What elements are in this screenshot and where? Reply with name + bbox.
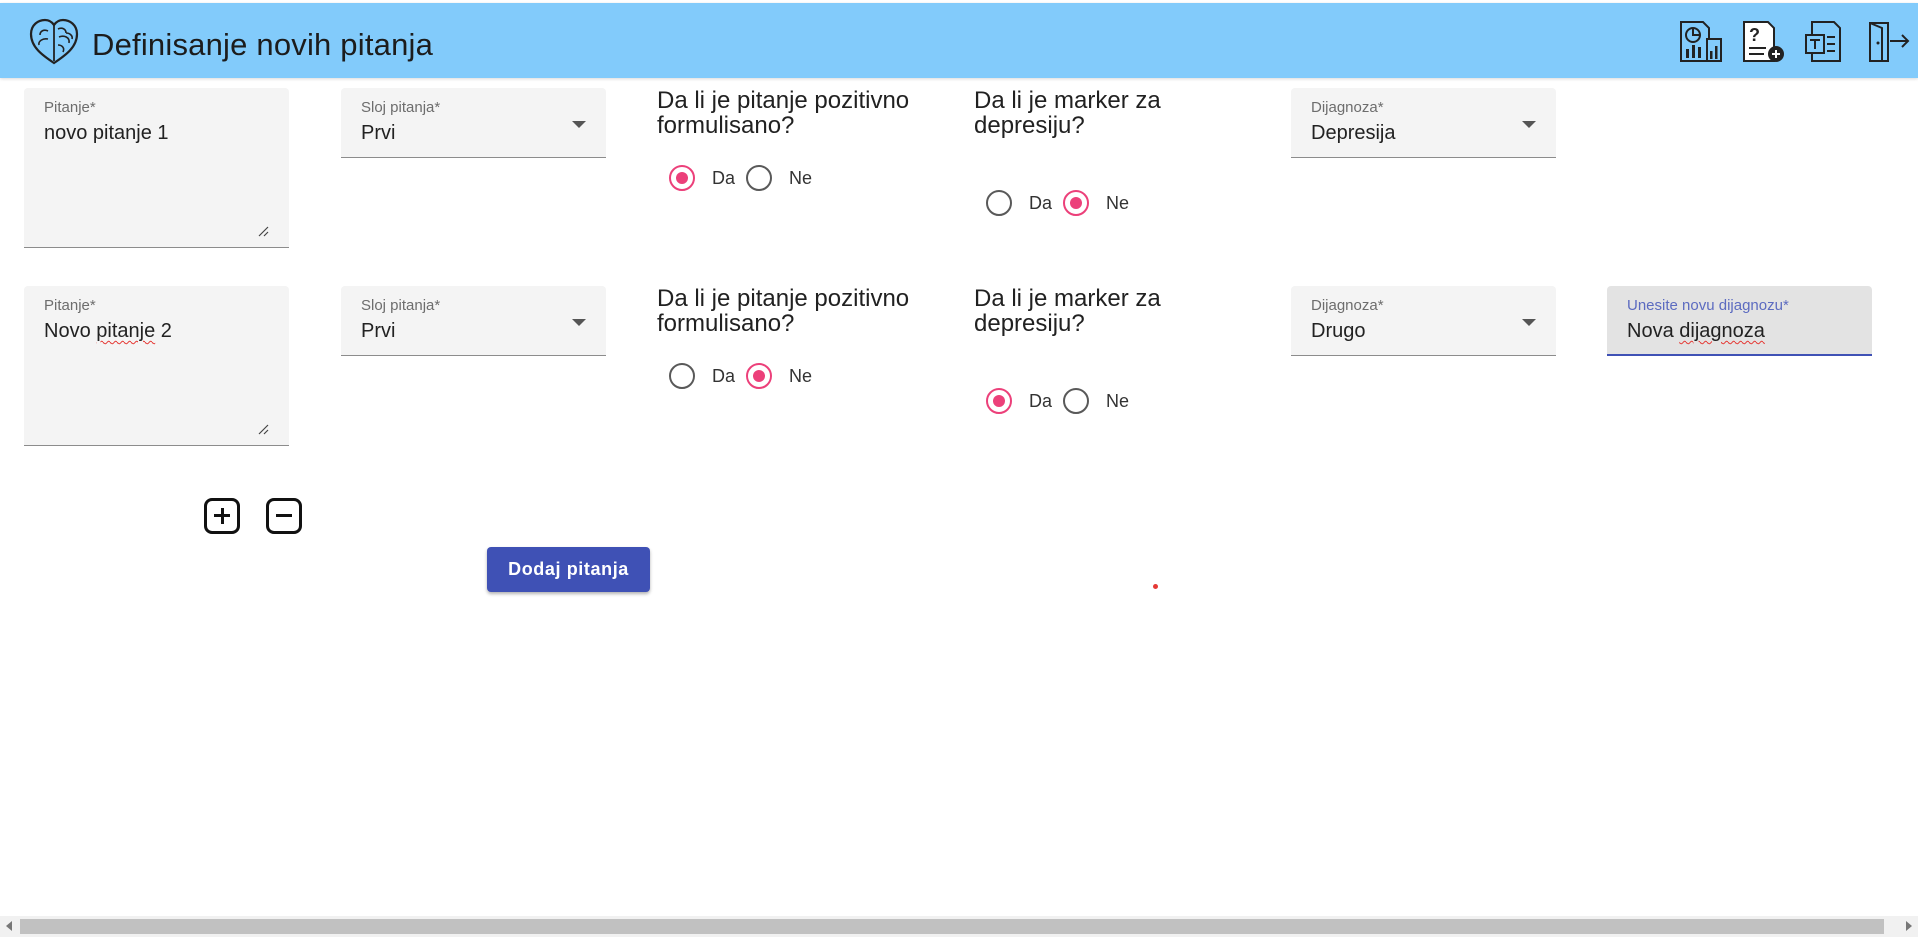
layer-select-1[interactable]: Sloj pitanja* Prvi bbox=[341, 88, 606, 158]
scroll-right-icon[interactable] bbox=[1906, 921, 1912, 931]
positive-no-radio[interactable] bbox=[746, 165, 772, 191]
spellcheck-word: pitanje bbox=[96, 320, 156, 342]
spellcheck-word: dijagnoza bbox=[1679, 320, 1765, 342]
radio-label-yes: Da bbox=[1029, 391, 1053, 411]
radio-dot bbox=[676, 172, 688, 184]
diagnosis-value: Depresija bbox=[1311, 122, 1396, 144]
marker-radio-group-2: Da Ne bbox=[986, 388, 1146, 418]
diagnosis-select-2[interactable]: Dijagnoza* Drugo bbox=[1291, 286, 1556, 356]
svg-text:?: ? bbox=[1749, 25, 1760, 45]
new-diagnosis-text-start: Nova bbox=[1627, 320, 1680, 342]
question-text-start: Novo bbox=[44, 320, 97, 342]
radio-dot bbox=[753, 370, 765, 382]
new-diagnosis-input[interactable]: Unesite novu dijagnozu* Nova dijagnoza bbox=[1607, 286, 1872, 356]
question-value: novo pitanje 1 bbox=[44, 122, 169, 144]
radio-dot bbox=[1070, 197, 1082, 209]
positive-radio-group-1: Da Ne bbox=[669, 165, 829, 195]
positive-yes-radio[interactable] bbox=[669, 363, 695, 389]
diagnosis-label: Dijagnoza* bbox=[1311, 297, 1384, 314]
positive-question-label: Da li je pitanje pozitivno formulisano? bbox=[657, 285, 910, 337]
add-question-icon[interactable]: ? bbox=[1740, 19, 1786, 65]
question-textarea-2[interactable]: Pitanje* Novo pitanje 2 bbox=[24, 286, 289, 446]
plus-bar-vertical bbox=[220, 507, 224, 524]
diagnosis-value: Drugo bbox=[1311, 320, 1366, 342]
cursor-dot bbox=[1153, 584, 1158, 589]
chevron-down-icon bbox=[572, 319, 586, 326]
question-textarea-1[interactable]: Pitanje* novo pitanje 1 bbox=[24, 88, 289, 248]
marker-yes-radio[interactable] bbox=[986, 190, 1012, 216]
radio-dot bbox=[993, 395, 1005, 407]
report-chart-icon[interactable] bbox=[1677, 19, 1723, 65]
chevron-down-icon bbox=[1522, 319, 1536, 326]
radio-label-no: Ne bbox=[1106, 193, 1130, 213]
depression-marker-label: Da li je marker za depresiju? bbox=[974, 285, 1161, 337]
radio-label-no: Ne bbox=[789, 366, 813, 386]
radio-label-yes: Da bbox=[1029, 193, 1053, 213]
logout-icon[interactable] bbox=[1866, 19, 1912, 65]
question-label: Pitanje* bbox=[44, 297, 96, 314]
plus-square-icon[interactable] bbox=[204, 498, 240, 534]
radio-label-yes: Da bbox=[712, 168, 736, 188]
question-value: Novo pitanje 2 bbox=[44, 320, 172, 343]
depression-marker-label: Da li je marker za depresiju? bbox=[974, 87, 1161, 139]
question-label: Pitanje* bbox=[44, 99, 96, 116]
new-diagnosis-value: Nova dijagnoza bbox=[1627, 320, 1765, 343]
scroll-left-icon[interactable] bbox=[6, 921, 12, 931]
diagnosis-select-1[interactable]: Dijagnoza* Depresija bbox=[1291, 88, 1556, 158]
layer-select-2[interactable]: Sloj pitanja* Prvi bbox=[341, 286, 606, 356]
layer-value: Prvi bbox=[361, 122, 396, 144]
radio-label-no: Ne bbox=[789, 168, 813, 188]
minus-square-icon[interactable] bbox=[266, 498, 302, 534]
positive-no-radio[interactable] bbox=[746, 363, 772, 389]
radio-label-no: Ne bbox=[1106, 391, 1130, 411]
layer-label: Sloj pitanja* bbox=[361, 99, 441, 116]
horizontal-scrollbar[interactable] bbox=[0, 916, 1918, 937]
resize-handle-icon[interactable] bbox=[257, 225, 269, 237]
positive-question-label: Da li je pitanje pozitivno formulisano? bbox=[657, 87, 910, 139]
radio-label-yes: Da bbox=[712, 366, 736, 386]
scrollbar-thumb[interactable] bbox=[20, 919, 1884, 934]
marker-no-radio[interactable] bbox=[1063, 190, 1089, 216]
resize-handle-icon[interactable] bbox=[257, 423, 269, 435]
minus-bar bbox=[276, 514, 292, 517]
marker-yes-radio[interactable] bbox=[986, 388, 1012, 414]
question-text-end: 2 bbox=[155, 320, 172, 342]
marker-no-radio[interactable] bbox=[1063, 388, 1089, 414]
layer-label: Sloj pitanja* bbox=[361, 297, 441, 314]
positive-yes-radio[interactable] bbox=[669, 165, 695, 191]
chevron-down-icon bbox=[572, 121, 586, 128]
layer-value: Prvi bbox=[361, 320, 396, 342]
page-title: Definisanje novih pitanja bbox=[92, 27, 434, 62]
marker-radio-group-1: Da Ne bbox=[986, 190, 1146, 220]
brain-heart-icon bbox=[29, 18, 79, 65]
new-diagnosis-label: Unesite novu dijagnozu* bbox=[1627, 297, 1789, 314]
diagnosis-label: Dijagnoza* bbox=[1311, 99, 1384, 116]
positive-radio-group-2: Da Ne bbox=[669, 363, 829, 393]
add-questions-button[interactable]: Dodaj pitanja bbox=[487, 547, 650, 592]
document-icon[interactable] bbox=[1802, 19, 1848, 65]
chevron-down-icon bbox=[1522, 121, 1536, 128]
app-header: Definisanje novih pitanja ? bbox=[0, 3, 1918, 78]
